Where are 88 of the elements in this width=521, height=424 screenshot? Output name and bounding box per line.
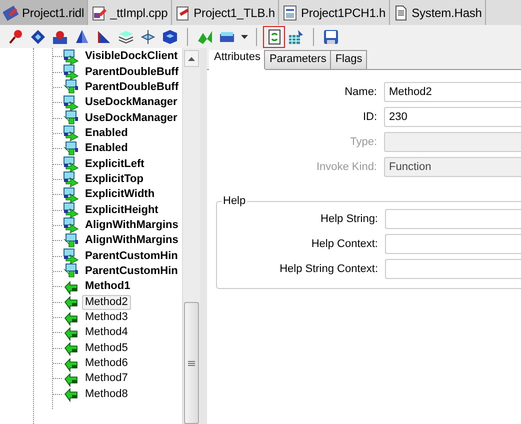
- method-icon: [63, 310, 79, 326]
- file-tab[interactable]: Project1.ridl: [0, 0, 88, 25]
- tree-item[interactable]: ParentCustomHin: [82, 248, 181, 264]
- method-icon: [63, 324, 79, 341]
- property-icon: [63, 248, 79, 264]
- group-title: Help: [222, 195, 247, 207]
- property-icon: [63, 186, 79, 203]
- tree-item[interactable]: Method2: [82, 294, 131, 310]
- method-icon: [63, 294, 79, 310]
- scroll-up-button[interactable]: [184, 50, 199, 67]
- field-label: Help String Context:: [278, 263, 378, 275]
- refresh-icon: [266, 28, 282, 44]
- property-icon: [63, 64, 79, 80]
- property-icon: [63, 110, 79, 126]
- cube-icon: [162, 28, 178, 44]
- tab[interactable]: Flags: [330, 50, 368, 69]
- up-arrow-icon: [188, 56, 195, 60]
- property-icon: [63, 202, 79, 218]
- tree-item[interactable]: Method3: [82, 310, 131, 326]
- stack-icon: [118, 28, 134, 44]
- toolbar-button[interactable]: [263, 26, 285, 48]
- tree-item[interactable]: AlignWithMargins: [82, 233, 182, 248]
- tree-item[interactable]: AlignWithMargins: [82, 218, 182, 233]
- grid-icon: [288, 28, 304, 44]
- tree-item[interactable]: Method8: [82, 386, 131, 402]
- tree-item[interactable]: ParentDoubleBuff: [82, 64, 182, 80]
- method-icon: [63, 370, 79, 387]
- scroll-thumb[interactable]: [184, 302, 199, 424]
- field-label: Type:: [349, 136, 377, 148]
- property-icon: [63, 156, 79, 172]
- property-icon: [63, 79, 79, 96]
- method-icon: [63, 386, 79, 402]
- input-field[interactable]: [385, 234, 521, 254]
- field-label: ID:: [362, 111, 377, 123]
- tree-item[interactable]: Method5: [82, 340, 131, 356]
- diamond-icon: [30, 28, 46, 44]
- tree-item[interactable]: Method1: [82, 279, 134, 294]
- save-icon: [323, 28, 339, 44]
- file-tab[interactable]: System.Hash: [390, 0, 486, 25]
- property-icon: [63, 217, 79, 234]
- tab[interactable]: Parameters: [264, 50, 332, 69]
- tree-item[interactable]: Method4: [82, 325, 131, 340]
- document-pencil-icon: [174, 4, 191, 20]
- property-icon: [63, 171, 79, 188]
- tree-item[interactable]: Method7: [82, 371, 131, 386]
- scrollbar[interactable]: [182, 48, 200, 424]
- property-icon: [63, 125, 79, 142]
- box-icon: [52, 28, 68, 44]
- caret-icon: [240, 34, 248, 38]
- property-icon: [63, 48, 79, 65]
- tab[interactable]: Attributes: [209, 50, 266, 70]
- tree-item[interactable]: ExplicitWidth: [82, 187, 158, 202]
- input-field[interactable]: Method2: [384, 82, 521, 102]
- pushpin-icon: [8, 28, 24, 44]
- property-icon: [63, 140, 79, 157]
- tree-item[interactable]: Enabled: [82, 126, 131, 141]
- tree-item[interactable]: ExplicitTop: [82, 172, 146, 187]
- input-field[interactable]: [385, 209, 521, 229]
- tree-item[interactable]: UseDockManager: [82, 110, 180, 126]
- grip-icon: [188, 360, 195, 366]
- tree-item[interactable]: Enabled: [82, 141, 131, 156]
- tree-item[interactable]: ParentDoubleBuff: [82, 80, 182, 95]
- file-tab[interactable]: Project1PCH1.h: [278, 0, 390, 25]
- property-icon: [63, 232, 79, 249]
- document-icon: [282, 4, 298, 20]
- tree-item[interactable]: VisibleDockClient: [82, 49, 181, 64]
- method-icon: [63, 356, 79, 372]
- method-icon: [63, 278, 79, 295]
- property-icon: [63, 263, 79, 280]
- property-icon: [63, 94, 79, 111]
- file-tab[interactable]: Project1_TLB.h: [172, 0, 279, 25]
- field-label: Help Context:: [310, 238, 378, 250]
- method-icon: [63, 340, 79, 356]
- input-field[interactable]: 230: [384, 107, 521, 127]
- input-field[interactable]: [385, 259, 521, 279]
- tree-item[interactable]: UseDockManager: [82, 95, 180, 110]
- field-label: Name:: [344, 86, 377, 98]
- file-tab[interactable]: _ttImpl.cpp: [88, 0, 172, 25]
- document-pencil-icon: [91, 4, 108, 20]
- tree-item[interactable]: ExplicitHeight: [82, 202, 162, 218]
- tree-item[interactable]: ExplicitLeft: [82, 156, 148, 172]
- triangle-icon: [96, 28, 112, 44]
- pyramid-icon: [74, 28, 90, 44]
- tree-item[interactable]: ParentCustomHin: [82, 264, 181, 279]
- tree-item[interactable]: Method6: [82, 356, 131, 372]
- field-label: Invoke Kind:: [315, 161, 377, 173]
- field-label: Help String:: [320, 213, 378, 225]
- document-icon: [392, 4, 409, 20]
